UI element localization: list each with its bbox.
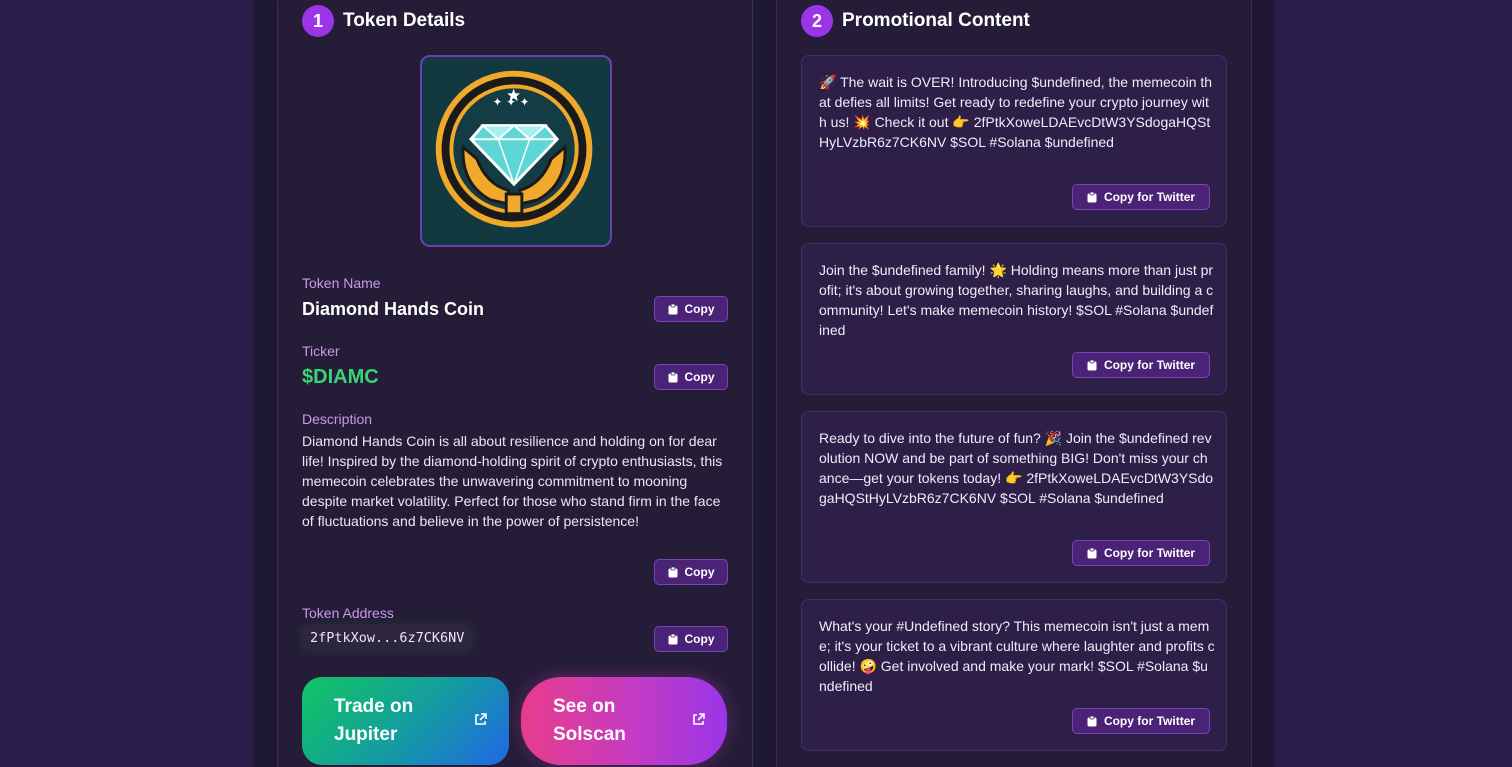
copy-for-twitter-label: Copy for Twitter — [1103, 358, 1196, 372]
copy-for-twitter-button[interactable]: Copy for Twitter — [1072, 184, 1210, 210]
trade-on-jupiter-label: Trade on Jupiter — [334, 696, 414, 745]
copy-description-button[interactable]: Copy — [654, 559, 728, 585]
ticker-label: Ticker — [302, 343, 340, 359]
copy-for-twitter-button[interactable]: Copy for Twitter — [1072, 540, 1210, 566]
token-details-panel: 1 Token Details ✦ ✦ ✦ Token Name Diamond… — [277, 0, 753, 767]
token-details-header: 1 Token Details — [302, 5, 465, 37]
step-badge-2: 2 — [801, 5, 833, 37]
promo-card-4: What's your #Undefined story? This memec… — [801, 599, 1227, 751]
promo-text: What's your #Undefined story? This memec… — [819, 618, 1215, 694]
copy-for-twitter-button[interactable]: Copy for Twitter — [1072, 352, 1210, 378]
copy-name-button[interactable]: Copy — [654, 296, 728, 322]
token-logo: ✦ ✦ ✦ — [420, 55, 612, 247]
promo-text: Join the $undefined family! 🌟 Holding me… — [819, 262, 1214, 338]
copy-for-twitter-button[interactable]: Copy for Twitter — [1072, 708, 1210, 734]
copy-label: Copy — [684, 370, 715, 384]
description-label: Description — [302, 411, 373, 427]
external-link-icon — [474, 707, 487, 735]
copy-label: Copy — [684, 632, 715, 646]
token-name-label: Token Name — [302, 275, 381, 291]
step-badge-1: 1 — [302, 5, 334, 37]
copy-for-twitter-label: Copy for Twitter — [1103, 190, 1196, 204]
promo-card-3: Ready to dive into the future of fun? 🎉 … — [801, 411, 1227, 583]
token-address-label: Token Address — [302, 605, 394, 621]
token-address-value: 2fPtkXow...6z7CK6NV — [302, 626, 473, 650]
clipboard-icon — [1087, 547, 1097, 558]
copy-label: Copy — [684, 302, 715, 316]
clipboard-icon — [668, 303, 677, 314]
clipboard-icon — [1087, 191, 1097, 202]
external-link-icon — [692, 707, 705, 735]
diamond-hands-logo-icon: ✦ ✦ ✦ — [435, 70, 593, 228]
promo-text: 🚀 The wait is OVER! Introducing $undefin… — [819, 74, 1213, 150]
ticker-value: $DIAMC — [302, 366, 379, 388]
svg-text:✦ ✦ ✦: ✦ ✦ ✦ — [493, 95, 530, 109]
copy-for-twitter-label: Copy for Twitter — [1103, 546, 1196, 560]
clipboard-icon — [1087, 359, 1097, 370]
copy-label: Copy — [684, 565, 715, 579]
promo-card-1: 🚀 The wait is OVER! Introducing $undefin… — [801, 55, 1227, 227]
copy-for-twitter-label: Copy for Twitter — [1103, 714, 1196, 728]
promo-card-2: Join the $undefined family! 🌟 Holding me… — [801, 243, 1227, 395]
clipboard-icon — [668, 371, 677, 382]
clipboard-icon — [668, 566, 677, 577]
see-on-solscan-button[interactable]: See on Solscan — [521, 677, 727, 765]
promotional-content-title: Promotional Content — [842, 10, 1030, 31]
token-details-title: Token Details — [343, 10, 466, 31]
copy-address-button[interactable]: Copy — [654, 626, 728, 652]
clipboard-icon — [1087, 715, 1097, 726]
description-value: Diamond Hands Coin is all about resilien… — [302, 433, 723, 529]
copy-ticker-button[interactable]: Copy — [654, 364, 728, 390]
promotional-content-panel: 2 Promotional Content 🚀 The wait is OVER… — [776, 0, 1252, 767]
promotional-content-header: 2 Promotional Content — [801, 5, 1030, 37]
clipboard-icon — [668, 633, 677, 644]
trade-on-jupiter-button[interactable]: Trade on Jupiter — [302, 677, 509, 765]
promo-text: Ready to dive into the future of fun? 🎉 … — [819, 430, 1214, 506]
see-on-solscan-label: See on Solscan — [553, 696, 626, 745]
token-name-value: Diamond Hands Coin — [302, 299, 485, 319]
